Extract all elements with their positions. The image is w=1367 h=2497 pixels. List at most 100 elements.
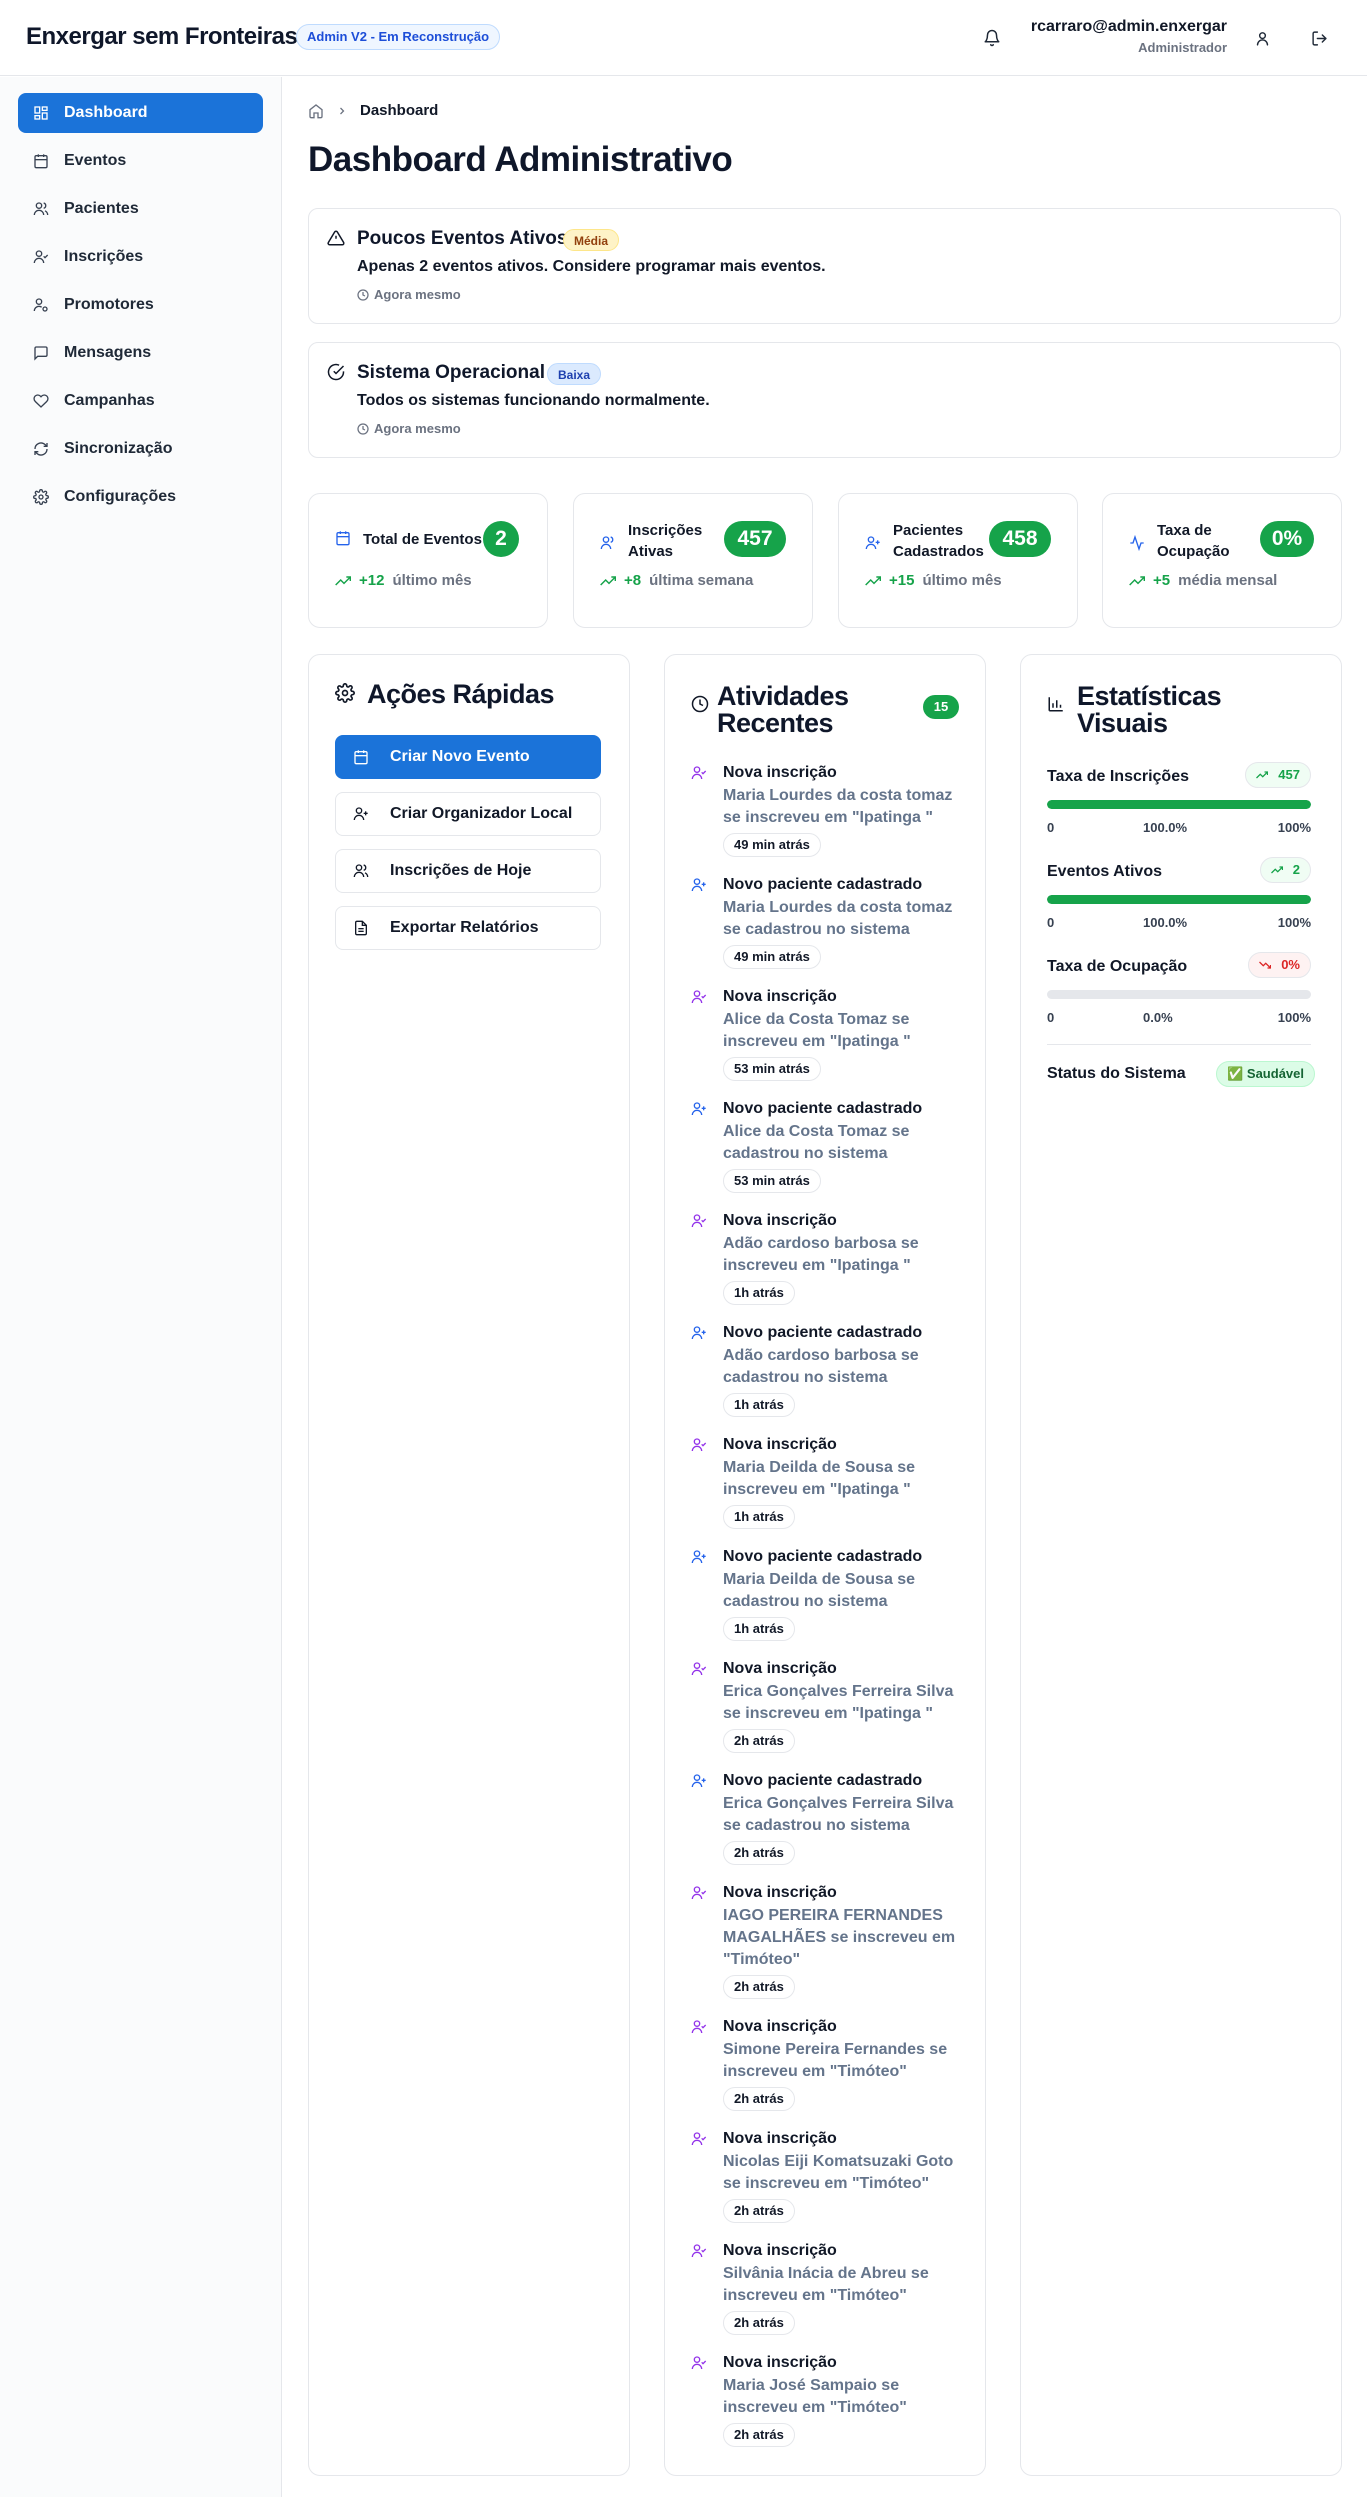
- trending-up-icon: [865, 573, 881, 589]
- trending-up-icon: [1270, 864, 1283, 876]
- progress-fill: [1047, 800, 1311, 809]
- check-circle-icon: [327, 363, 347, 383]
- user-plus-icon: [865, 535, 883, 553]
- user-icon[interactable]: [1248, 24, 1276, 52]
- activity-item[interactable]: Novo paciente cadastrado Maria Lourdes da…: [691, 875, 971, 969]
- sidebar-item-pacientes[interactable]: Pacientes: [18, 189, 263, 229]
- bar-chart-icon: [1047, 695, 1065, 713]
- trending-up-icon: [335, 573, 351, 589]
- stat-label: Pacientes Cadastrados: [893, 522, 984, 560]
- activity-item[interactable]: Nova inscrição Alice da Costa Tomaz se in…: [691, 987, 971, 1081]
- progress-fill: [1047, 895, 1311, 904]
- scale-mid: 100.0%: [1143, 820, 1188, 835]
- stat-label: Total de Eventos: [363, 531, 482, 548]
- activity-time-badge: 1h atrás: [723, 1281, 795, 1305]
- stat-delta: +15: [889, 572, 915, 589]
- activity-title: Nova inscrição: [723, 2130, 837, 2147]
- sidebar-item-label: Dashboard: [64, 104, 148, 121]
- activity-title: Novo paciente cadastrado: [723, 1100, 923, 1117]
- panel-title: Atividades Recentes: [717, 681, 849, 738]
- user-check-icon: [691, 2131, 709, 2149]
- visual-stats-panel: Estatísticas Visuais Taxa de Inscrições 4…: [1020, 654, 1342, 2476]
- activity-description: Simone Pereira Fernandes se inscreveu em…: [723, 2041, 948, 2080]
- sidebar-item-label: Inscrições: [64, 248, 144, 265]
- clock-icon: [357, 422, 369, 435]
- logout-icon[interactable]: [1305, 24, 1333, 52]
- activity-item[interactable]: Novo paciente cadastrado Alice da Costa T…: [691, 1099, 971, 1193]
- trending-up-icon: [1129, 573, 1145, 589]
- system-status-value: Saudável: [1246, 1066, 1304, 1081]
- visual-stat-row: Taxa de Ocupação 0% 0 0.0% 100%: [1047, 952, 1311, 1026]
- scale-mid: 100.0%: [1143, 915, 1188, 930]
- alert-card: Sistema Operacional Baixa Todos os siste…: [308, 342, 1341, 458]
- create-event-button[interactable]: Criar Novo Evento: [335, 735, 601, 779]
- activity-time-badge: 2h atrás: [723, 2311, 795, 2335]
- sidebar-item-campanhas[interactable]: Campanhas: [18, 381, 263, 421]
- stat-period: média mensal: [1178, 572, 1278, 589]
- visual-stat-value: 0%: [1281, 957, 1300, 972]
- sidebar-item-eventos[interactable]: Eventos: [18, 141, 263, 181]
- sidebar-item-promotores[interactable]: Promotores: [18, 285, 263, 325]
- divider: [1047, 1044, 1311, 1045]
- activity-item[interactable]: Novo paciente cadastrado Erica Gonçalves …: [691, 1771, 971, 1865]
- progress-bar: [1047, 895, 1311, 904]
- activity-item[interactable]: Nova inscrição Erica Gonçalves Ferreira S…: [691, 1659, 971, 1753]
- top-header: Enxergar sem Fronteiras Admin V2 - Em Re…: [0, 0, 1367, 76]
- activity-item[interactable]: Nova inscrição Maria Lourdes da costa tom…: [691, 763, 971, 857]
- activity-item[interactable]: Nova inscrição IAGO PEREIRA FERNANDES MAG…: [691, 1883, 971, 1999]
- priority-badge: Média: [563, 229, 620, 251]
- activity-description: Alice da Costa Tomaz se inscreveu em "Ip…: [723, 1011, 911, 1050]
- breadcrumb: Dashboard: [308, 102, 438, 119]
- brand-title[interactable]: Enxergar sem Fronteiras: [26, 23, 298, 51]
- export-reports-button[interactable]: Exportar Relatórios: [335, 906, 601, 950]
- alert-message: Apenas 2 eventos ativos. Considere progr…: [357, 258, 826, 275]
- activity-time-badge: 53 min atrás: [723, 1057, 821, 1081]
- activity-item[interactable]: Novo paciente cadastrado Adão cardoso bar…: [691, 1323, 971, 1417]
- activity-description: Alice da Costa Tomaz se cadastrou no sis…: [723, 1123, 910, 1162]
- activity-item[interactable]: Nova inscrição Adão cardoso barbosa se in…: [691, 1211, 971, 1305]
- sidebar-item-sincronizacao[interactable]: Sincronização: [18, 429, 263, 469]
- priority-badge: Baixa: [547, 363, 602, 385]
- visual-stat-badge: 457: [1245, 762, 1311, 788]
- trending-up-icon: [1256, 769, 1269, 781]
- bell-icon[interactable]: [978, 24, 1006, 52]
- stat-trend: +12 último mês: [335, 572, 472, 589]
- activity-description: IAGO PEREIRA FERNANDES MAGALHÃES se insc…: [723, 1907, 956, 1968]
- sidebar-item-inscricoes[interactable]: Inscrições: [18, 237, 263, 277]
- home-icon[interactable]: [308, 103, 324, 119]
- activity-item[interactable]: Nova inscrição Maria Deilda de Sousa se i…: [691, 1435, 971, 1529]
- stat-card-total-eventos: Total de Eventos 2 +12 último mês: [308, 493, 548, 628]
- todays-registrations-button[interactable]: Inscrições de Hoje: [335, 849, 601, 893]
- activity-item[interactable]: Novo paciente cadastrado Maria Deilda de …: [691, 1547, 971, 1641]
- user-check-icon: [32, 248, 50, 266]
- sidebar-item-label: Campanhas: [64, 392, 155, 409]
- user-check-icon: [691, 2355, 709, 2373]
- sidebar-item-configuracoes[interactable]: Configurações: [18, 477, 263, 517]
- alert-time: Agora mesmo: [357, 287, 461, 302]
- activity-item[interactable]: Nova inscrição Silvânia Inácia de Abreu s…: [691, 2241, 971, 2335]
- stat-period: último mês: [392, 572, 472, 589]
- activity-count-badge: 15: [923, 695, 959, 719]
- create-local-organizer-button[interactable]: Criar Organizador Local: [335, 792, 601, 836]
- sidebar-item-dashboard[interactable]: Dashboard: [18, 93, 263, 133]
- check-box-icon: ✅: [1227, 1066, 1244, 1081]
- scale-min: 0: [1047, 820, 1055, 835]
- sidebar: Dashboard Eventos Pacientes Inscrições P…: [0, 77, 282, 2497]
- users-icon: [352, 862, 370, 880]
- stat-card-inscricoes-ativas: Inscrições Ativas 457 +8 última semana: [573, 493, 813, 628]
- activity-title: Nova inscrição: [723, 988, 837, 1005]
- activity-item[interactable]: Nova inscrição Maria José Sampaio se insc…: [691, 2353, 971, 2447]
- activity-item[interactable]: Nova inscrição Nicolas Eiji Komatsuzaki G…: [691, 2129, 971, 2223]
- activity-description: Maria Lourdes da costa tomaz se inscreve…: [723, 787, 953, 826]
- heart-icon: [32, 392, 50, 410]
- stat-delta: +8: [624, 572, 642, 589]
- sidebar-item-label: Sincronização: [64, 440, 173, 457]
- refresh-icon: [32, 440, 50, 458]
- activity-description: Maria Deilda de Sousa se inscreveu em "I…: [723, 1459, 916, 1498]
- system-status-label: Status do Sistema: [1047, 1065, 1186, 1082]
- sidebar-item-mensagens[interactable]: Mensagens: [18, 333, 263, 373]
- activity-item[interactable]: Nova inscrição Simone Pereira Fernandes s…: [691, 2017, 971, 2111]
- activity-title: Nova inscrição: [723, 2018, 837, 2035]
- stat-trend: +8 última semana: [600, 572, 753, 589]
- progress-bar: [1047, 800, 1311, 809]
